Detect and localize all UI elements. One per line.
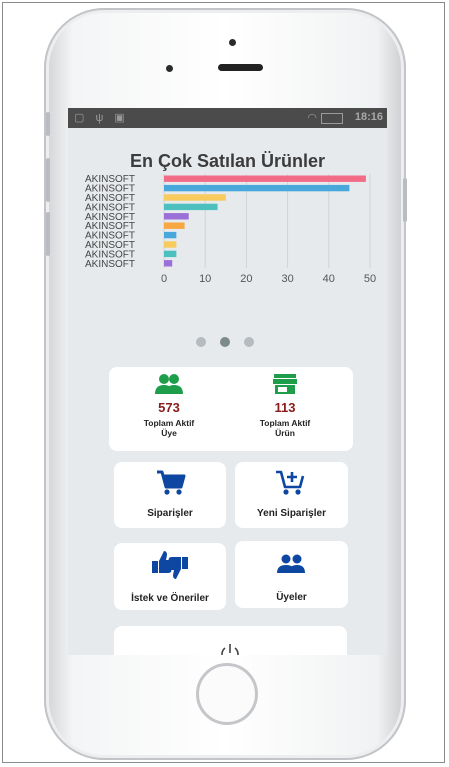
chart-bar: [164, 184, 350, 192]
products-label: Toplam Aktif Ürün: [225, 418, 345, 438]
chart-x-tick-label: 50: [364, 273, 376, 285]
chart-bar: [164, 175, 366, 182]
chart-bar: [164, 241, 177, 248]
pager-dot-3[interactable]: [244, 337, 254, 347]
chart-bar: [164, 260, 173, 267]
new-orders-label: Yeni Siparişler: [257, 508, 326, 519]
home-button[interactable]: [196, 663, 258, 725]
chart-bar: [164, 194, 226, 201]
pager-dot-2[interactable]: [220, 337, 230, 347]
suggestions-button[interactable]: İstek ve Öneriler: [114, 543, 226, 610]
group-icon: [155, 374, 183, 394]
members-menu-label: Üyeler: [276, 592, 307, 603]
chart-x-tick-label: 30: [281, 273, 293, 285]
orders-button[interactable]: Siparişler: [114, 462, 226, 528]
chart-bar: [164, 231, 177, 239]
suggestions-label: İstek ve Öneriler: [131, 593, 209, 604]
stats-card: 573 Toplam Aktif Üye 113 Toplam Aktif Ür…: [109, 367, 353, 451]
members-count: 573: [158, 400, 180, 415]
status-time: 18:16: [354, 111, 383, 123]
cart-icon: [157, 470, 186, 495]
power-icon: [221, 644, 239, 655]
chart-x-tick-label: 40: [323, 273, 335, 285]
chart-x-tick-label: 10: [199, 273, 211, 285]
chart-bar: [164, 213, 189, 220]
members-label: Toplam Aktif Üye: [109, 418, 229, 438]
products-count: 113: [274, 400, 296, 415]
new-orders-button[interactable]: Yeni Siparişler: [235, 462, 348, 528]
pager-dot-1[interactable]: [196, 337, 206, 347]
battery-icon: [321, 113, 343, 124]
members-button[interactable]: Üyeler: [235, 541, 348, 608]
products-label-line2: Ürün: [275, 428, 295, 438]
members-label-line2: Üye: [161, 428, 177, 438]
app-screen: ▢ ψ ▣ ◠ 18:16 En Çok Satılan Ürünler 0 10…: [68, 108, 387, 655]
chart-bar: [164, 222, 185, 229]
chart-title: En Çok Satılan Ürünler: [129, 151, 326, 171]
orders-label: Siparişler: [147, 508, 193, 519]
best-sellers-chart: 0 10 20 30 40 50AKINSOFTAKINSOFTAKINSOFTAKINS…: [85, 174, 376, 285]
store-icon: [273, 374, 297, 394]
chart-bar: [164, 203, 218, 211]
sensor: [166, 65, 173, 72]
chart-x-tick-label: 0: [161, 273, 167, 285]
chart-category-label: AKINSOFT: [85, 259, 135, 270]
side-button-mute: [46, 112, 50, 136]
thumbs-icon: [152, 551, 188, 579]
group-icon: [277, 554, 305, 573]
logout-button[interactable]: [114, 626, 347, 655]
wifi-icon: ◠: [307, 112, 317, 124]
chart-bar: [164, 250, 177, 258]
cart-add-icon: [276, 470, 305, 495]
front-camera: [229, 39, 236, 46]
status-notification-icons: ▢ ψ ▣: [74, 112, 129, 124]
side-button-volume-down: [46, 212, 50, 256]
side-button-volume-up: [46, 158, 50, 202]
stat-products[interactable]: 113 Toplam Aktif Ürün: [225, 373, 345, 438]
status-bar: ▢ ψ ▣ ◠ 18:16: [68, 108, 387, 128]
earpiece-speaker: [218, 64, 263, 71]
side-button-power: [403, 178, 407, 222]
stat-members[interactable]: 573 Toplam Aktif Üye: [109, 373, 229, 438]
chart-x-tick-label: 20: [240, 273, 252, 285]
products-label-line1: Toplam Aktif: [259, 418, 311, 428]
members-label-line1: Toplam Aktif: [143, 418, 195, 428]
